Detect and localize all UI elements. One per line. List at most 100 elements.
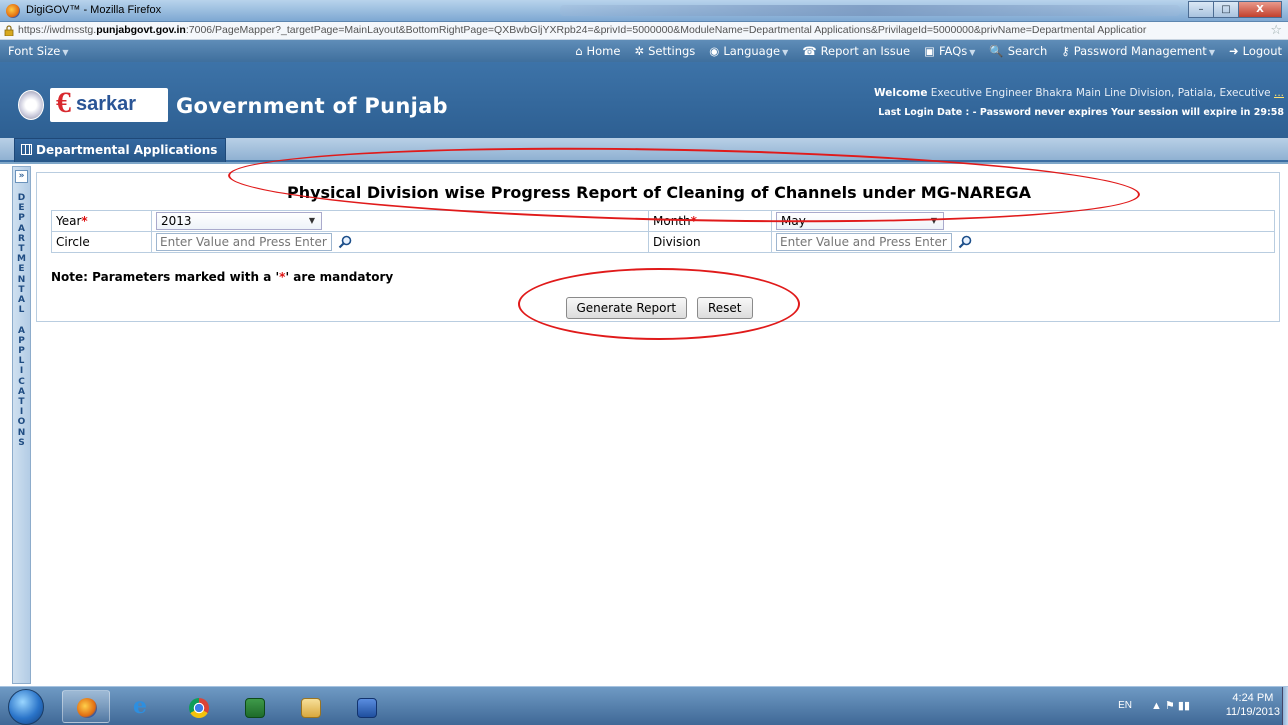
welcome-more-link[interactable]: ... <box>1274 87 1284 99</box>
start-button[interactable] <box>8 689 44 725</box>
taskbar-explorer[interactable] <box>286 690 334 723</box>
home-icon: ⌂ <box>575 44 583 58</box>
expand-sidebar-button[interactable]: » <box>15 170 28 183</box>
url-path: :7006/PageMapper?_targetPage=MainLayout&… <box>185 24 1147 36</box>
nav-search[interactable]: 🔍 Search <box>989 44 1047 58</box>
clock-time: 4:24 PM <box>1232 692 1274 704</box>
taskbar-excel[interactable] <box>230 690 278 723</box>
font-size-label: Font Size <box>8 44 61 58</box>
minimize-button[interactable]: – <box>1188 1 1214 18</box>
division-label: Division <box>653 235 701 249</box>
sidebar-vertical-label[interactable]: DEPARTMENTAL APPLICATIONS <box>13 193 30 448</box>
logo-text: sarkar <box>76 93 137 115</box>
firefox-icon <box>6 4 20 18</box>
phone-icon: ☎ <box>802 44 817 58</box>
firefox-icon <box>77 698 97 718</box>
taskbar-firefox[interactable] <box>62 690 110 723</box>
circle-search-icon[interactable] <box>338 235 352 249</box>
chevron-down-icon: ▼ <box>1208 48 1215 57</box>
required-marker: * <box>690 214 697 228</box>
mandatory-note: Note: Parameters marked with a '*' are m… <box>51 270 393 284</box>
top-nav-items: ⌂ Home ✲ Settings ◉ Language ▼ ☎ Report an Issue… <box>575 44 1282 58</box>
folder-icon <box>301 698 321 718</box>
month-select[interactable]: May ▼ <box>776 212 944 230</box>
nav-label: Language <box>723 44 781 58</box>
module-tab-strip: Departmental Applications <box>0 138 1288 162</box>
year-label-cell: Year* <box>51 210 152 232</box>
nav-password-management[interactable]: ⚷ Password Management ▼ <box>1061 44 1215 58</box>
taskbar-chrome[interactable] <box>174 690 222 723</box>
nav-faqs[interactable]: ▣ FAQs ▼ <box>924 44 975 58</box>
nav-settings[interactable]: ✲ Settings <box>634 44 695 58</box>
reset-button[interactable]: Reset <box>696 297 753 319</box>
top-navigation: Font Size ▼ ⌂ Home ✲ Settings ◉ Language ▼ ☎ Repo… <box>0 40 1288 62</box>
tab-departmental-applications[interactable]: Departmental Applications <box>14 138 227 162</box>
blurred-tab-area <box>560 5 1180 16</box>
url-domain: punjabgovt.gov.in <box>96 24 186 36</box>
year-label: Year <box>56 214 82 228</box>
show-desktop-button[interactable] <box>1282 687 1288 725</box>
font-size-menu[interactable]: Font Size ▼ <box>8 44 68 58</box>
main-content: » DEPARTMENTAL APPLICATIONS Physical Div… <box>0 139 1288 686</box>
nav-logout[interactable]: ➜ Logout <box>1229 44 1282 58</box>
year-value: 2013 <box>161 214 192 228</box>
division-label-cell: Division <box>648 231 772 253</box>
faq-icon: ▣ <box>924 44 935 58</box>
nav-report-an-issue[interactable]: ☎ Report an Issue <box>802 44 910 58</box>
bookmark-star-icon[interactable]: ☆ <box>1270 23 1282 38</box>
circle-input-cell <box>151 231 649 253</box>
word-icon <box>357 698 377 718</box>
chrome-icon <box>189 698 209 718</box>
window-controls: – □ X <box>1188 1 1282 18</box>
welcome-label: Welcome <box>874 87 928 99</box>
welcome-text: Welcome Executive Engineer Bhakra Main L… <box>874 87 1284 99</box>
nav-label: Search <box>1007 44 1048 58</box>
url-text[interactable]: https://iwdmsstg.punjabgovt.gov.in:7006/… <box>18 24 1263 36</box>
key-icon: ⚷ <box>1061 44 1070 58</box>
taskbar-ie[interactable]: e <box>118 690 166 723</box>
month-value: May <box>781 214 806 228</box>
state-emblem-icon <box>18 90 44 120</box>
address-bar[interactable]: https://iwdmsstg.punjabgovt.gov.in:7006/… <box>0 22 1288 40</box>
maximize-button[interactable]: □ <box>1213 1 1239 18</box>
window-titlebar: DigiGOV™ - Mozilla Firefox – □ X <box>0 0 1288 22</box>
tray-icons[interactable]: ▲ ⚑ ▮▮ <box>1151 699 1190 712</box>
clock-date: 11/19/2013 <box>1225 706 1280 718</box>
division-search-icon[interactable] <box>958 235 972 249</box>
taskbar-clock[interactable]: 4:24 PM 11/19/2013 <box>1226 691 1280 719</box>
taskbar-word[interactable] <box>342 690 390 723</box>
tab-label: Departmental Applications <box>36 143 218 157</box>
circle-label-cell: Circle <box>51 231 152 253</box>
parameter-form: Year* 2013 ▼ Month* May ▼ Circle Enter V… <box>51 210 1275 253</box>
logout-icon: ➜ <box>1228 44 1239 58</box>
settings-icon: ✲ <box>634 44 645 58</box>
lock-icon <box>4 25 14 36</box>
nav-label: Home <box>586 44 621 58</box>
last-login-info: Last Login Date : - Password never expir… <box>878 107 1284 118</box>
circle-input[interactable] <box>156 233 332 251</box>
collapsed-sidebar: » DEPARTMENTAL APPLICATIONS <box>12 166 31 684</box>
chevron-down-icon: ▼ <box>930 216 937 225</box>
generate-report-button[interactable]: Generate Report <box>565 297 688 319</box>
close-button[interactable]: X <box>1238 1 1282 18</box>
nav-language[interactable]: ◉ Language ▼ <box>709 44 788 58</box>
window-title: DigiGOV™ - Mozilla Firefox <box>26 4 162 16</box>
header-banner: € sarkar Government of Punjab Welcome Ex… <box>0 62 1288 138</box>
language-indicator[interactable]: EN <box>1118 700 1132 711</box>
month-select-cell: May ▼ <box>771 210 1275 232</box>
chevron-down-icon: ▼ <box>782 48 789 57</box>
windows-taskbar: e EN ▲ ⚑ ▮▮ 4:24 PM 11/19/2013 <box>0 686 1288 725</box>
note-suffix: ' are mandatory <box>285 270 394 284</box>
excel-icon <box>245 698 265 718</box>
year-select-cell: 2013 ▼ <box>151 210 649 232</box>
circle-label: Circle <box>56 235 90 249</box>
nav-home[interactable]: ⌂ Home <box>575 44 620 58</box>
grid-icon <box>21 144 32 155</box>
division-input[interactable] <box>776 233 952 251</box>
report-title: Physical Division wise Progress Report o… <box>286 183 1032 202</box>
year-select[interactable]: 2013 ▼ <box>156 212 322 230</box>
government-title: Government of Punjab <box>176 94 448 118</box>
nav-label: Password Management <box>1073 44 1207 58</box>
chevron-down-icon: ▼ <box>62 48 69 57</box>
division-input-cell <box>771 231 1275 253</box>
